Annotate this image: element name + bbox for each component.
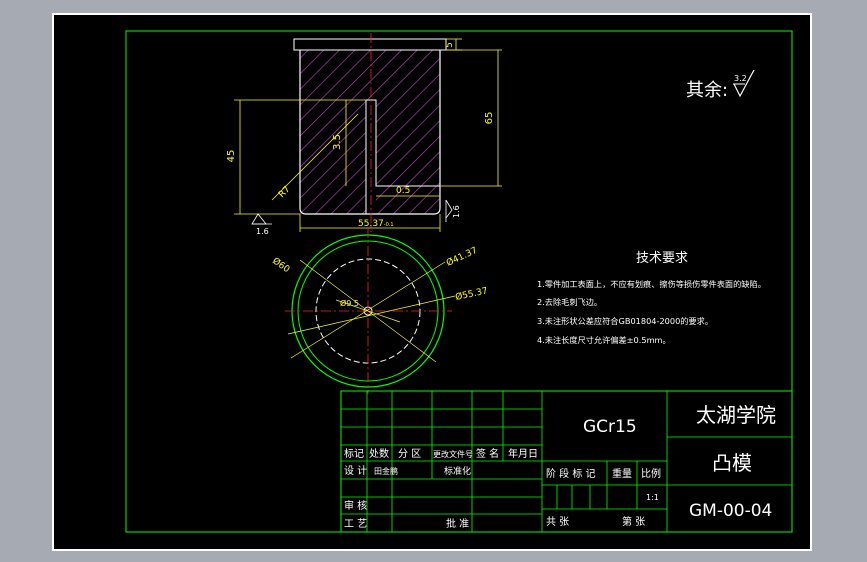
tb-designer: 田金鹏 — [374, 466, 398, 476]
roughness-left-value: 1.6 — [256, 227, 269, 236]
roughness-right-value: 1.6 — [452, 205, 461, 218]
tb-scale-value: 1:1 — [646, 493, 659, 502]
tb-weight-label: 重量 — [612, 467, 632, 480]
tb-school: 太湖学院 — [696, 403, 776, 427]
tech-req-item: 4.未注长度尺寸允许偏差±0.5mm。 — [537, 335, 671, 345]
tb-sheets-total: 共 张 — [546, 516, 569, 528]
tech-req-item: 2.去除毛刺飞边。 — [537, 297, 602, 307]
finish-note-label: 其余: — [686, 80, 728, 101]
dim-total-height: 65 — [484, 112, 495, 125]
tb-drawing-no: GM-00-04 — [689, 501, 772, 521]
tb-col-label: 标记 — [344, 448, 364, 460]
tb-process-label: 工 艺 — [344, 518, 367, 530]
tech-req-item: 1.零件加工表面上，不应有划痕、擦伤等损伤零件表面的缺陷。 — [537, 279, 766, 289]
tb-col-label: 签 名 — [476, 447, 499, 460]
section-flange — [293, 38, 447, 51]
tb-col-label: 更改文件号 — [433, 449, 473, 459]
tb-col-label: 年月日 — [508, 447, 538, 460]
tb-scale-label: 比例 — [641, 467, 661, 480]
dim-flange: 5 — [445, 42, 455, 48]
cad-drawing-canvas: 5 65 45 3.5 R7 0.5 55.37-0.1 1.6 1.6 Ø60… — [52, 13, 812, 551]
dim-bottom-chamfer: 0.5 — [396, 186, 410, 196]
tb-col-label: 处数 — [369, 447, 389, 460]
tb-design-label: 设 计 — [344, 464, 367, 477]
tb-review-label: 审 核 — [344, 499, 367, 512]
tb-sheet-no: 第 张 — [622, 515, 645, 528]
tech-req-title: 技术要求 — [636, 251, 688, 266]
tech-req-item: 3.未注形状公差应符合GB01804-2000的要求。 — [537, 316, 713, 326]
tb-col-label: 分 区 — [398, 448, 421, 460]
dim-depth: 45 — [226, 150, 237, 163]
finish-roughness-value: 3.2 — [734, 74, 747, 83]
dim-hole-diameter: Ø9.5 — [340, 298, 359, 308]
dim-wall: 3.5 — [332, 134, 343, 150]
tb-part-name: 凸模 — [712, 451, 752, 475]
tb-standardize-label: 标准化 — [444, 465, 471, 477]
tb-material: GCr15 — [583, 417, 637, 437]
tb-stage-mark-label: 阶 段 标 记 — [546, 467, 596, 480]
tb-approve-label: 批 准 — [446, 517, 469, 530]
